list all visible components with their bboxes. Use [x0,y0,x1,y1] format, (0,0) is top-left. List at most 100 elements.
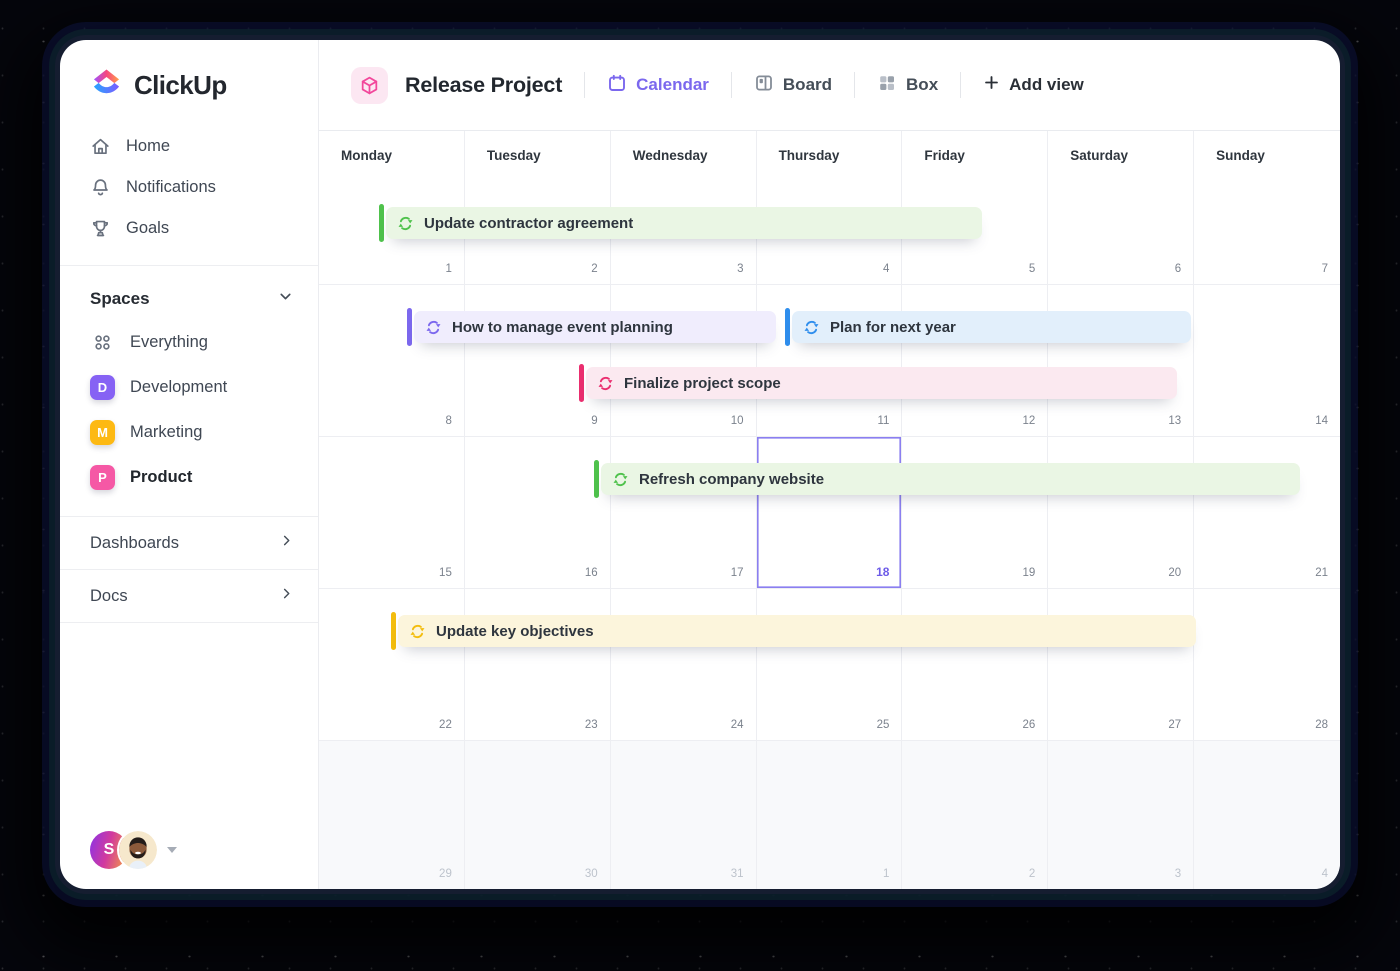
chevron-down-icon[interactable] [167,847,177,853]
date-number: 19 [1022,567,1036,579]
user-menu[interactable]: S [90,831,177,869]
clickup-logo-icon [90,68,123,102]
event-title: Finalize project scope [624,374,781,392]
sidebar-item-everything[interactable]: Everything [60,320,318,365]
space-label: Development [130,378,228,396]
date-number: 8 [445,415,452,427]
sidebar-nav: Home Notifications Goals [60,126,318,249]
calendar-cell[interactable]: 13 [1048,285,1195,436]
calendar-cell[interactable]: 23 [465,589,611,740]
calendar-cell[interactable]: 1 [757,741,903,889]
date-number: 1 [883,868,890,880]
link-label: Dashboards [90,533,179,552]
calendar-event[interactable]: Finalize project scope [579,364,1177,402]
chevron-down-icon[interactable] [277,288,294,310]
add-view-button[interactable]: Add view [983,74,1084,96]
calendar-cell[interactable]: 20 [1048,437,1195,588]
sidebar-item-product[interactable]: P Product [60,455,318,500]
calendar-cell[interactable]: 19 [902,437,1049,588]
calendar-cell[interactable]: 10 [611,285,757,436]
link-label: Docs [90,586,128,605]
date-number: 1 [445,263,452,275]
calendar-event[interactable]: Refresh company website [594,460,1300,498]
sidebar-divider [60,622,318,623]
calendar-cell[interactable]: 28 [1194,589,1340,740]
calendar-cell[interactable]: 8 [319,285,465,436]
calendar-cell[interactable]: 12 [902,285,1049,436]
date-number: 2 [1028,868,1036,880]
sidebar-item-label: Home [126,137,171,155]
date-number: 20 [1168,567,1182,579]
calendar-event[interactable]: How to manage event planning [407,308,776,346]
calendar-cell[interactable]: 4 [1194,741,1340,889]
sidebar-item-home[interactable]: Home [60,126,318,167]
calendar-cell[interactable]: 31 [611,741,757,889]
calendar-event[interactable]: Plan for next year [785,308,1191,346]
day-header: Tuesday [465,131,611,179]
recurring-icon [425,319,442,336]
event-accent-bar [407,308,412,346]
space-label: Product [130,468,193,486]
date-number: 28 [1315,719,1328,731]
calendar-cell[interactable]: 11 [757,285,903,436]
date-number: 13 [1168,415,1182,427]
calendar-cell[interactable]: 7 [1194,179,1340,284]
date-number: 7 [1321,263,1328,275]
recurring-icon [397,215,414,232]
date-number: 23 [584,719,598,731]
date-number: 4 [1321,868,1328,880]
calendar-cell[interactable]: 14 [1194,285,1340,436]
calendar-cell[interactable]: 6 [1048,179,1195,284]
event-accent-bar [391,612,396,650]
calendar-cell[interactable]: 3 [1048,741,1195,889]
event-accent-bar [594,460,599,498]
sidebar-item-notifications[interactable]: Notifications [60,167,318,208]
calendar-cell[interactable]: 2 [902,741,1049,889]
clickup-logo[interactable]: ClickUp [60,40,318,102]
board-icon [754,73,774,98]
spaces-header[interactable]: Spaces [60,266,318,320]
view-toolbar: Release Project Calendar Board Box Add v… [319,40,1340,131]
calendar-event[interactable]: Update key objectives [391,612,1196,650]
day-header-row: Monday Tuesday Wednesday Thursday Friday Satu… [319,131,1340,179]
calendar-cell-selected[interactable]: 18 [757,437,903,588]
tab-calendar[interactable]: Calendar [607,73,709,98]
sidebar-item-development[interactable]: D Development [60,365,318,410]
calendar-cell[interactable]: 24 [611,589,757,740]
sidebar: ClickUp Home Notifications Goals Spaces … [60,40,319,889]
date-number: 10 [730,415,744,427]
calendar-cell[interactable]: 30 [465,741,611,889]
calendar-cell[interactable]: 9 [465,285,611,436]
event-title: Update contractor agreement [424,214,634,232]
date-number: 24 [730,719,744,731]
sidebar-item-marketing[interactable]: M Marketing [60,410,318,455]
sidebar-item-goals[interactable]: Goals [60,208,318,249]
calendar-cell[interactable]: 16 [465,437,611,588]
week-row: 8 9 10 11 12 13 14 [319,285,1340,437]
calendar-event[interactable]: Update contractor agreement [379,204,982,242]
chevron-right-icon [279,533,294,553]
tab-board[interactable]: Board [754,73,832,98]
day-header: Thursday [757,131,903,179]
calendar-cell[interactable]: 21 [1194,437,1340,588]
calendar-cell[interactable]: 17 [611,437,757,588]
calendar-cell[interactable]: 29 [319,741,465,889]
main-area: Release Project Calendar Board Box Add v… [319,40,1340,889]
home-icon [90,136,111,157]
app-window: ClickUp Home Notifications Goals Spaces … [60,40,1340,889]
date-number: 4 [883,263,890,275]
everything-grid-icon [90,330,115,355]
clickup-wordmark: ClickUp [134,69,227,100]
sidebar-item-dashboards[interactable]: Dashboards [60,517,318,569]
tab-box[interactable]: Box [877,73,938,98]
sidebar-item-docs[interactable]: Docs [60,570,318,622]
date-number: 2 [591,263,598,275]
calendar-cell[interactable]: 26 [902,589,1049,740]
calendar-cell[interactable]: 25 [757,589,903,740]
day-header: Saturday [1048,131,1195,179]
calendar-cell[interactable]: 27 [1048,589,1195,740]
date-number: 22 [439,719,452,731]
event-accent-bar [579,364,584,402]
calendar-cell[interactable]: 15 [319,437,465,588]
event-accent-bar [785,308,790,346]
